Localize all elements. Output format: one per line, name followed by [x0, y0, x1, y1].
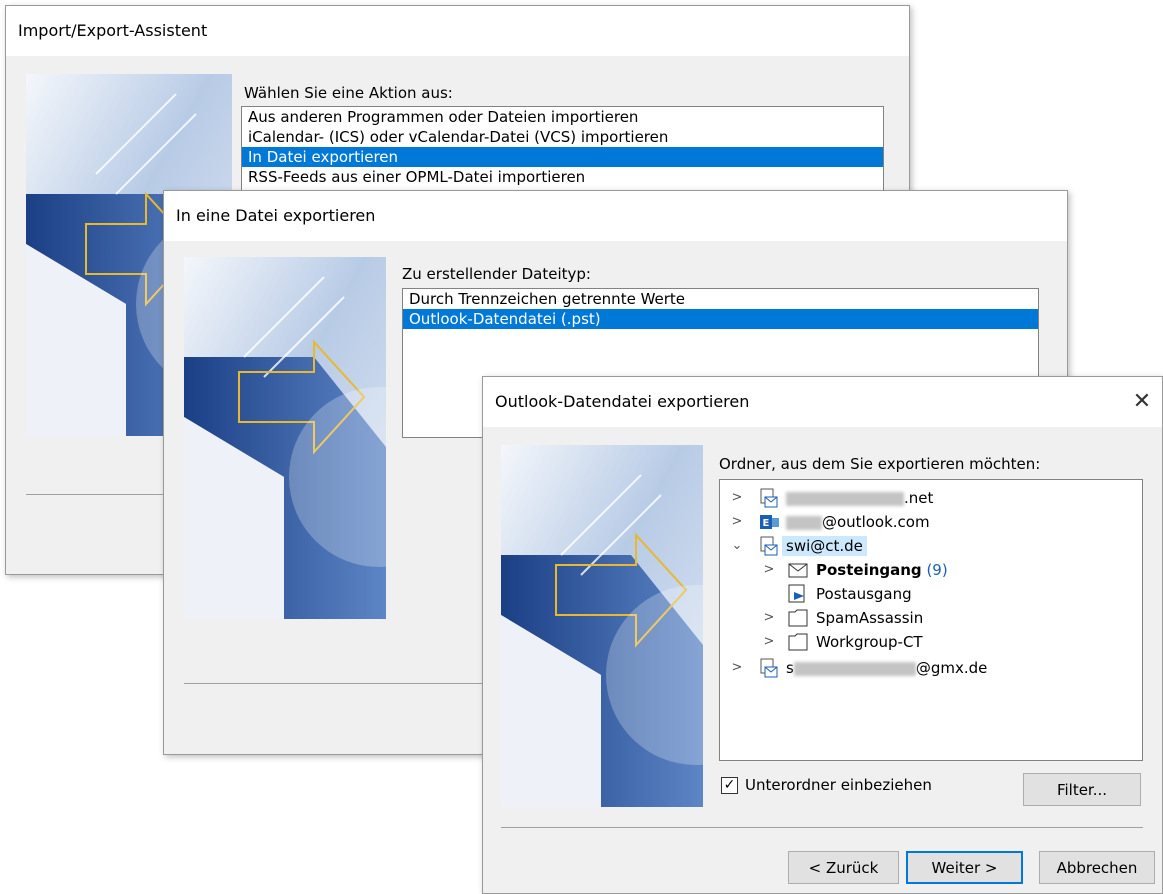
dialog3-separator: [501, 827, 1143, 828]
include-subfolders-label[interactable]: Unterordner einbeziehen: [745, 776, 932, 794]
tree-item-account-net[interactable]: > .net: [720, 486, 1140, 510]
dialog2-title: In eine Datei exportieren: [176, 206, 376, 225]
dialog2-separator: [184, 683, 484, 684]
chevron-right-icon[interactable]: >: [730, 656, 744, 680]
filetype-item-csv[interactable]: Durch Trennzeichen getrennte Werte: [403, 289, 1038, 309]
cancel-button[interactable]: Abbrechen: [1039, 851, 1155, 884]
dialog1-titlebar: Import/Export-Assistent: [6, 6, 909, 56]
chevron-right-icon[interactable]: >: [762, 558, 776, 582]
mailbox-icon: [760, 658, 778, 685]
dialog1-title: Import/Export-Assistent: [18, 21, 208, 40]
export-pst-dialog: Outlook-Datendatei exportieren ✕ Ordner,…: [482, 376, 1163, 894]
action-item-export-file[interactable]: In Datei exportieren: [242, 147, 883, 167]
wizard-art-svg-3: [501, 445, 703, 807]
chevron-right-icon[interactable]: >: [730, 486, 744, 510]
inbox-label: Posteingang: [816, 561, 922, 579]
account3-label: swi@ct.de: [782, 536, 867, 556]
tree-item-outbox[interactable]: Postausgang: [720, 582, 1140, 606]
chevron-right-icon[interactable]: >: [730, 510, 744, 534]
redacted-text: [793, 661, 916, 676]
account1-suffix: .net: [904, 489, 934, 507]
folder-tree[interactable]: > .net > E @outlook.com ⌄ swi@ct.de > Po…: [719, 479, 1143, 761]
tree-item-account-ct[interactable]: ⌄ swi@ct.de: [720, 534, 1140, 558]
filetype-item-pst[interactable]: Outlook-Datendatei (.pst): [403, 309, 1038, 329]
dialog3-titlebar: Outlook-Datendatei exportieren ✕: [483, 377, 1162, 427]
action-item-import-ics[interactable]: iCalendar- (ICS) oder vCalendar-Datei (V…: [242, 127, 883, 147]
wizard-artwork-3: [501, 445, 703, 807]
dialog1-separator: [26, 494, 186, 495]
account4-prefix: s: [786, 659, 794, 677]
outbox-label: Postausgang: [816, 585, 912, 603]
tree-item-workgroup[interactable]: > Workgroup-CT: [720, 630, 1140, 654]
folder-icon: [788, 633, 808, 658]
inbox-unread-count: (9): [926, 561, 948, 579]
back-button[interactable]: < Zurück: [788, 851, 899, 884]
account4-suffix: @gmx.de: [915, 659, 988, 677]
chevron-down-icon[interactable]: ⌄: [730, 534, 744, 558]
tree-item-inbox[interactable]: > Posteingang (9): [720, 558, 1140, 582]
dialog1-prompt: Wählen Sie eine Aktion aus:: [244, 84, 453, 102]
dialog2-titlebar: In eine Datei exportieren: [164, 191, 1067, 241]
close-icon[interactable]: ✕: [1130, 377, 1154, 427]
spam-label: SpamAssassin: [816, 609, 924, 627]
wizard-artwork-2: [184, 257, 386, 619]
account2-suffix: @outlook.com: [822, 513, 930, 531]
tree-item-spamassassin[interactable]: > SpamAssassin: [720, 606, 1140, 630]
dialog2-prompt: Zu erstellender Dateityp:: [402, 265, 591, 283]
dialog3-prompt: Ordner, aus dem Sie exportieren möchten:: [719, 455, 1041, 473]
action-item-import-rss[interactable]: RSS-Feeds aus einer OPML-Datei importier…: [242, 167, 883, 187]
filter-button[interactable]: Filter...: [1023, 773, 1141, 806]
tree-item-account-gmx[interactable]: > s @gmx.de: [720, 656, 1140, 680]
chevron-right-icon[interactable]: >: [762, 606, 776, 630]
action-item-import-programs[interactable]: Aus anderen Programmen oder Dateien impo…: [242, 107, 883, 127]
dialog3-title: Outlook-Datendatei exportieren: [495, 392, 750, 411]
chevron-right-icon[interactable]: >: [762, 630, 776, 654]
redacted-text: [786, 491, 904, 506]
include-subfolders-checkbox[interactable]: ✓: [721, 777, 738, 794]
redacted-text: [786, 515, 822, 530]
workgroup-label: Workgroup-CT: [816, 633, 923, 651]
svg-text:E: E: [763, 518, 770, 529]
wizard-art-svg-2: [184, 257, 386, 619]
next-button[interactable]: Weiter >: [906, 851, 1023, 884]
tree-item-account-outlook[interactable]: > E @outlook.com: [720, 510, 1140, 534]
